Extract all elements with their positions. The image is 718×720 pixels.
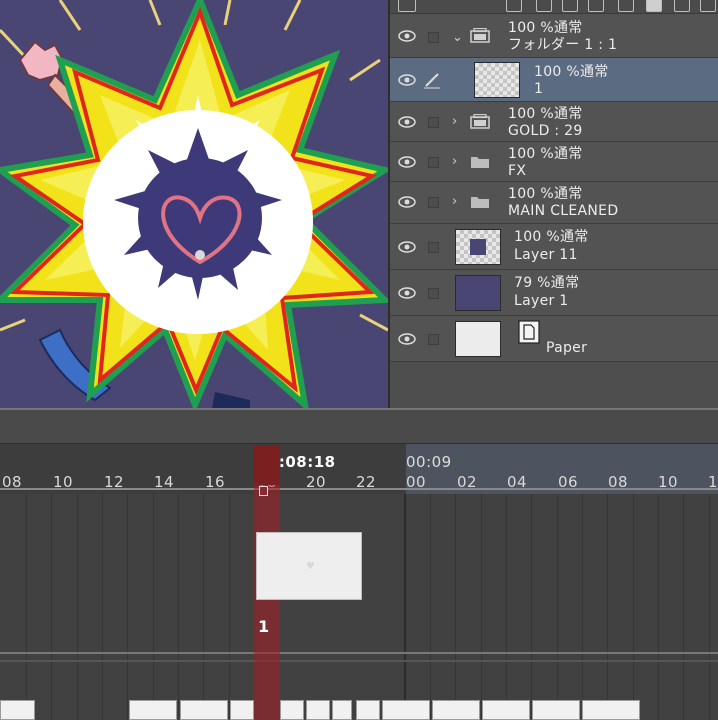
visibility-eye-icon[interactable] xyxy=(398,156,416,168)
panel-menu-icon[interactable] xyxy=(398,0,416,12)
folder-icon xyxy=(471,157,489,168)
new-folder-icon[interactable] xyxy=(562,0,578,12)
layer-name: Layer 11 xyxy=(514,247,578,263)
cel-block[interactable] xyxy=(129,700,177,720)
layer-thumbnail xyxy=(455,321,501,357)
track-divider xyxy=(0,652,718,654)
new-raster-layer-icon[interactable] xyxy=(506,0,522,12)
cel-block[interactable] xyxy=(356,700,380,720)
canvas-artwork xyxy=(0,0,388,408)
timeline-tracks[interactable] xyxy=(0,408,718,720)
lock-checkbox[interactable] xyxy=(428,117,439,128)
track-divider xyxy=(0,488,718,490)
paper-layer-icon xyxy=(518,320,540,344)
animation-folder-icon xyxy=(470,28,490,43)
timeline-ruler[interactable]: 00:08:18 00:09 08 10 12 14 16 18 20 22 0… xyxy=(0,444,718,494)
layer-panel: ⌄ 100 %通常 フォルダー 1 : 1 100 %通常 1 › 100 %通… xyxy=(388,0,718,408)
layer-name: 1 xyxy=(534,81,544,97)
animation-folder-icon xyxy=(470,114,490,129)
chevron-right-icon[interactable]: › xyxy=(452,155,457,168)
layer-row-folder-1[interactable]: ⌄ 100 %通常 フォルダー 1 : 1 xyxy=(390,14,718,58)
layer-opacity-blend: 100 %通常 xyxy=(508,106,583,122)
chevron-right-icon[interactable]: › xyxy=(452,195,457,208)
layer-name: MAIN CLEANED xyxy=(508,203,619,219)
cel-block[interactable] xyxy=(180,700,228,720)
lock-checkbox[interactable] xyxy=(428,242,439,253)
cel-block[interactable] xyxy=(482,700,530,720)
layer-thumbnail xyxy=(474,62,520,98)
layer-opacity-blend: 100 %通常 xyxy=(514,229,589,245)
layer-row-1[interactable]: 100 %通常 1 xyxy=(390,58,718,102)
lock-checkbox[interactable] xyxy=(428,334,439,345)
drawing-canvas[interactable] xyxy=(0,0,388,408)
cel-thumbnail[interactable]: ♥ xyxy=(256,532,362,600)
cel-number-label: 1 xyxy=(258,617,270,636)
visibility-eye-icon[interactable] xyxy=(398,241,416,253)
track-divider xyxy=(0,660,718,662)
pen-editing-icon xyxy=(424,73,440,89)
new-vector-layer-icon[interactable] xyxy=(536,0,552,12)
layer-name: フォルダー 1 : 1 xyxy=(508,37,618,53)
layer-opacity-blend: 100 %通常 xyxy=(534,64,609,80)
lock-checkbox[interactable] xyxy=(428,32,439,43)
cel-block[interactable] xyxy=(280,700,304,720)
layer-name: GOLD : 29 xyxy=(508,123,583,139)
layer-thumbnail xyxy=(455,229,501,265)
timeline-header-bar xyxy=(0,408,718,444)
layer-row-paper[interactable]: Paper xyxy=(390,316,718,362)
visibility-eye-icon[interactable] xyxy=(398,74,416,86)
cel-block[interactable] xyxy=(382,700,430,720)
layer-name: Layer 1 xyxy=(514,293,569,309)
chevron-down-icon[interactable]: ⌄ xyxy=(452,31,463,44)
layer-row-main-cleaned[interactable]: › 100 %通常 MAIN CLEANED xyxy=(390,182,718,224)
visibility-eye-icon[interactable] xyxy=(398,287,416,299)
layer-toolbar xyxy=(390,0,718,14)
layer-row-fx[interactable]: › 100 %通常 FX xyxy=(390,142,718,182)
chevron-right-icon[interactable]: › xyxy=(452,115,457,128)
layer-opacity-blend: 100 %通常 xyxy=(508,20,583,36)
copy-layer-icon[interactable] xyxy=(618,0,634,12)
cel-block[interactable] xyxy=(306,700,330,720)
cel-block[interactable] xyxy=(230,700,254,720)
cel-block[interactable] xyxy=(532,700,580,720)
next-second-label: 00:09 xyxy=(406,453,452,471)
visibility-eye-icon[interactable] xyxy=(398,30,416,42)
layer-name: Paper xyxy=(546,340,588,356)
folder-icon xyxy=(471,197,489,208)
cel-block[interactable] xyxy=(0,700,35,720)
apply-mask-icon[interactable] xyxy=(674,0,690,12)
playhead-handle[interactable] xyxy=(254,445,280,485)
cel-block[interactable] xyxy=(432,700,480,720)
layer-row-layer-11[interactable]: 100 %通常 Layer 11 xyxy=(390,224,718,270)
layer-opacity-blend: 79 %通常 xyxy=(514,275,580,291)
layer-thumbnail xyxy=(455,275,501,311)
layer-name: FX xyxy=(508,163,527,179)
cel-block[interactable] xyxy=(582,700,640,720)
cel-heart-mark: ♥ xyxy=(306,561,315,572)
layer-panel-empty xyxy=(390,362,718,408)
layer-row-gold[interactable]: › 100 %通常 GOLD : 29 xyxy=(390,102,718,142)
visibility-eye-icon[interactable] xyxy=(398,333,416,345)
new-layer-icon[interactable] xyxy=(588,0,604,12)
lock-checkbox[interactable] xyxy=(428,157,439,168)
mask-icon[interactable] xyxy=(646,0,662,12)
delete-layer-icon[interactable] xyxy=(700,0,716,12)
cel-block[interactable] xyxy=(332,700,352,720)
layer-opacity-blend: 100 %通常 xyxy=(508,186,583,202)
layer-opacity-blend: 100 %通常 xyxy=(508,146,583,162)
lock-checkbox[interactable] xyxy=(428,197,439,208)
app-window: ⌄ 100 %通常 フォルダー 1 : 1 100 %通常 1 › 100 %通… xyxy=(0,0,718,720)
visibility-eye-icon[interactable] xyxy=(398,116,416,128)
keyframe-marker xyxy=(259,486,268,496)
visibility-eye-icon[interactable] xyxy=(398,196,416,208)
lock-checkbox[interactable] xyxy=(428,288,439,299)
layer-row-layer-1[interactable]: 79 %通常 Layer 1 xyxy=(390,270,718,316)
